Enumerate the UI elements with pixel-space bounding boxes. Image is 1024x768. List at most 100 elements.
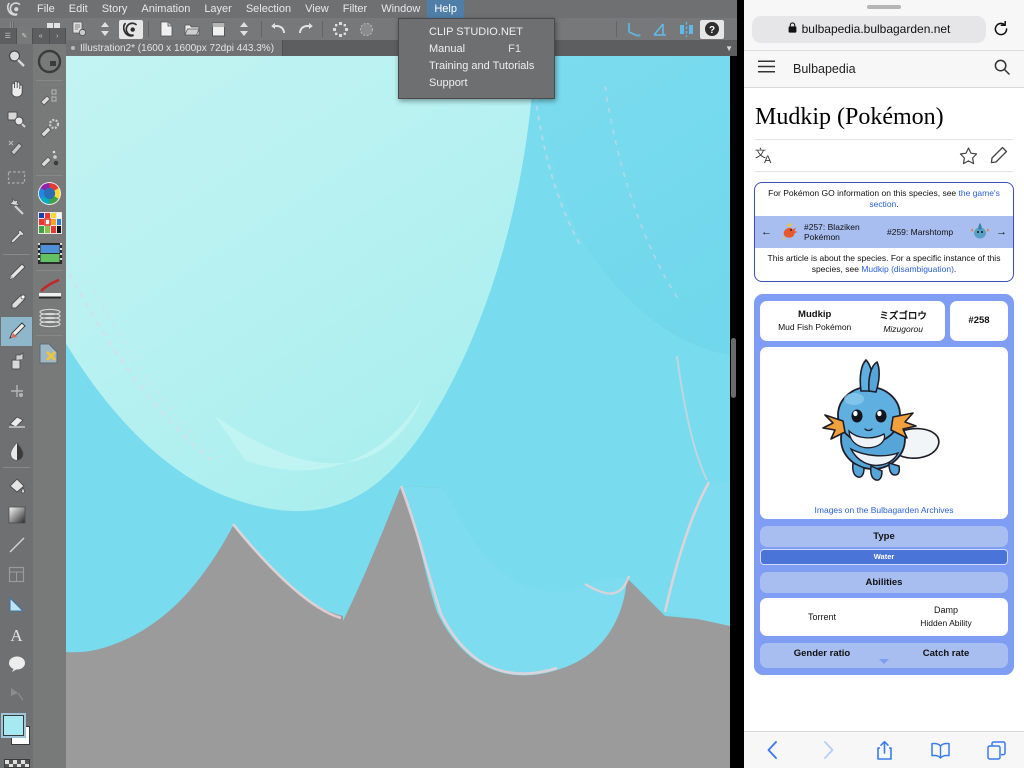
menu-edit[interactable]: Edit (62, 0, 95, 18)
layer-list-tab[interactable]: ☰ (0, 28, 17, 44)
search-icon[interactable] (994, 59, 1010, 80)
menu-layer[interactable]: Layer (197, 0, 239, 18)
foreground-color-swatch[interactable] (1, 713, 26, 739)
clear-selection-icon[interactable] (328, 20, 352, 39)
menu-file[interactable]: File (30, 0, 62, 18)
ruler-tool[interactable] (1, 589, 32, 619)
menu-view[interactable]: View (298, 0, 336, 18)
correct-line-tool[interactable] (1, 376, 32, 406)
document-tab[interactable]: Illustration2* (1600 x 1600px 72dpi 443.… (65, 40, 284, 56)
selection-marquee-tool[interactable] (1, 163, 32, 193)
figure-line-tool[interactable] (1, 530, 32, 560)
text-tool[interactable]: A (1, 619, 32, 649)
balloon-tool[interactable] (1, 649, 32, 679)
forward-chevron-icon[interactable] (806, 740, 850, 760)
bookmarks-book-icon[interactable] (918, 742, 962, 759)
transparent-color-swatch[interactable] (3, 759, 30, 768)
blend-tool[interactable] (1, 436, 32, 466)
snap-perspective-icon[interactable] (648, 20, 672, 39)
prev-arrow-icon[interactable]: ← (759, 226, 774, 238)
split-view-grabber[interactable] (744, 0, 1024, 14)
menu-selection[interactable]: Selection (239, 0, 298, 18)
hamburger-menu-icon[interactable] (758, 60, 775, 78)
new-from-clipboard-icon[interactable] (67, 20, 91, 39)
magnifier-tool[interactable] (1, 44, 32, 74)
brush-tool[interactable] (1, 316, 32, 347)
correct-line-tool-2[interactable] (1, 679, 32, 709)
subpalette-next-icon[interactable]: › (50, 28, 66, 44)
eyedropper-tool[interactable] (1, 223, 32, 253)
updown-arrows-icon[interactable] (93, 20, 117, 39)
subpalette-prev-icon[interactable]: « (33, 28, 50, 44)
gradient-tool[interactable] (1, 500, 32, 530)
redo-icon[interactable] (293, 20, 317, 39)
artwork-caption[interactable]: Images on the Bulbagarden Archives (764, 503, 1004, 515)
color-swatches[interactable] (0, 712, 33, 758)
url-field[interactable]: bulbapedia.bulbagarden.net (752, 15, 986, 43)
sub-tool-dots[interactable] (34, 143, 65, 173)
help-menu-item-training-and-tutorials[interactable]: Training and Tutorials (399, 58, 554, 75)
help-menu-item-manual[interactable]: Manual F1 (399, 41, 554, 58)
type-value-water[interactable]: Water (760, 548, 1008, 565)
scrollbar-thumb[interactable] (731, 338, 736, 398)
hand-tool[interactable] (1, 74, 32, 104)
color-wheel[interactable] (34, 178, 65, 208)
reload-icon[interactable] (986, 21, 1016, 37)
pencil-tool[interactable] (1, 257, 32, 287)
snap-symmetry-icon[interactable] (674, 20, 698, 39)
marshtomp-sprite-icon[interactable] (970, 221, 990, 243)
canvas-area[interactable] (65, 56, 730, 768)
move-layer-tool[interactable] (1, 133, 32, 163)
help-question-icon[interactable]: ? (700, 19, 724, 39)
fill-selection-icon[interactable] (354, 20, 378, 39)
sub-view[interactable] (34, 273, 65, 303)
color-slider[interactable] (34, 238, 65, 268)
undo-icon[interactable] (267, 20, 291, 39)
layer-properties[interactable] (34, 303, 65, 333)
next-label[interactable]: #259: Marshtomp (887, 227, 966, 237)
star-watch-icon[interactable] (953, 146, 983, 165)
rotate-canvas-tool[interactable] (1, 104, 32, 134)
quick-access-tool[interactable] (34, 44, 65, 78)
sub-tool-settings[interactable] (34, 113, 65, 143)
tool-property-tab[interactable]: ✎ (16, 28, 33, 44)
split-view-divider[interactable] (737, 0, 744, 768)
blaziken-sprite-icon[interactable] (778, 221, 800, 243)
tabs-icon[interactable] (974, 740, 1018, 760)
menu-animation[interactable]: Animation (134, 0, 197, 18)
decoration-tool[interactable] (1, 346, 32, 376)
back-chevron-icon[interactable] (750, 740, 794, 760)
help-menu-item-clip-studio-net[interactable]: CLIP STUDIO.NET (399, 24, 554, 41)
updown-arrows-icon-2[interactable] (232, 20, 256, 39)
next-arrow-icon[interactable]: → (994, 226, 1009, 238)
language-translate-icon[interactable]: 文A (755, 146, 779, 166)
color-set[interactable] (34, 208, 65, 238)
frame-border-tool[interactable] (1, 560, 32, 590)
share-icon[interactable] (862, 740, 906, 761)
open-file-icon[interactable] (180, 20, 204, 39)
tab-strip-dropdown-icon[interactable]: ▼ (725, 44, 733, 53)
ability-hidden[interactable]: Damp (884, 604, 1008, 618)
save-icon[interactable] (206, 20, 230, 39)
prev-label[interactable]: #257: Blaziken Pokémon (804, 222, 883, 242)
clip-studio-spiral-icon[interactable] (119, 19, 144, 39)
canvas-vertical-scrollbar[interactable] (730, 56, 737, 768)
quick-mask[interactable] (34, 338, 65, 368)
sub-tool-detail[interactable] (34, 83, 65, 113)
help-menu-item-support[interactable]: Support (399, 75, 554, 92)
eraser-tool[interactable] (1, 406, 32, 436)
auto-select-tool[interactable] (1, 193, 32, 223)
new-document-icon[interactable] (154, 20, 178, 39)
snap-parallel-icon[interactable] (622, 20, 646, 39)
menu-help[interactable]: Help (427, 0, 464, 18)
ability-primary[interactable]: Torrent (760, 612, 884, 622)
menu-filter[interactable]: Filter (336, 0, 374, 18)
collapse-caret-icon[interactable] (879, 659, 889, 665)
airbrush-tool[interactable] (1, 287, 32, 317)
fill-tool[interactable] (1, 470, 32, 500)
disambiguation-link[interactable]: Mudkip (disambiguation) (861, 264, 954, 274)
menu-story[interactable]: Story (95, 0, 135, 18)
menu-window[interactable]: Window (374, 0, 427, 18)
pencil-edit-icon[interactable] (983, 146, 1013, 165)
help-dropdown-menu[interactable]: CLIP STUDIO.NET Manual F1 Training and T… (398, 18, 555, 99)
